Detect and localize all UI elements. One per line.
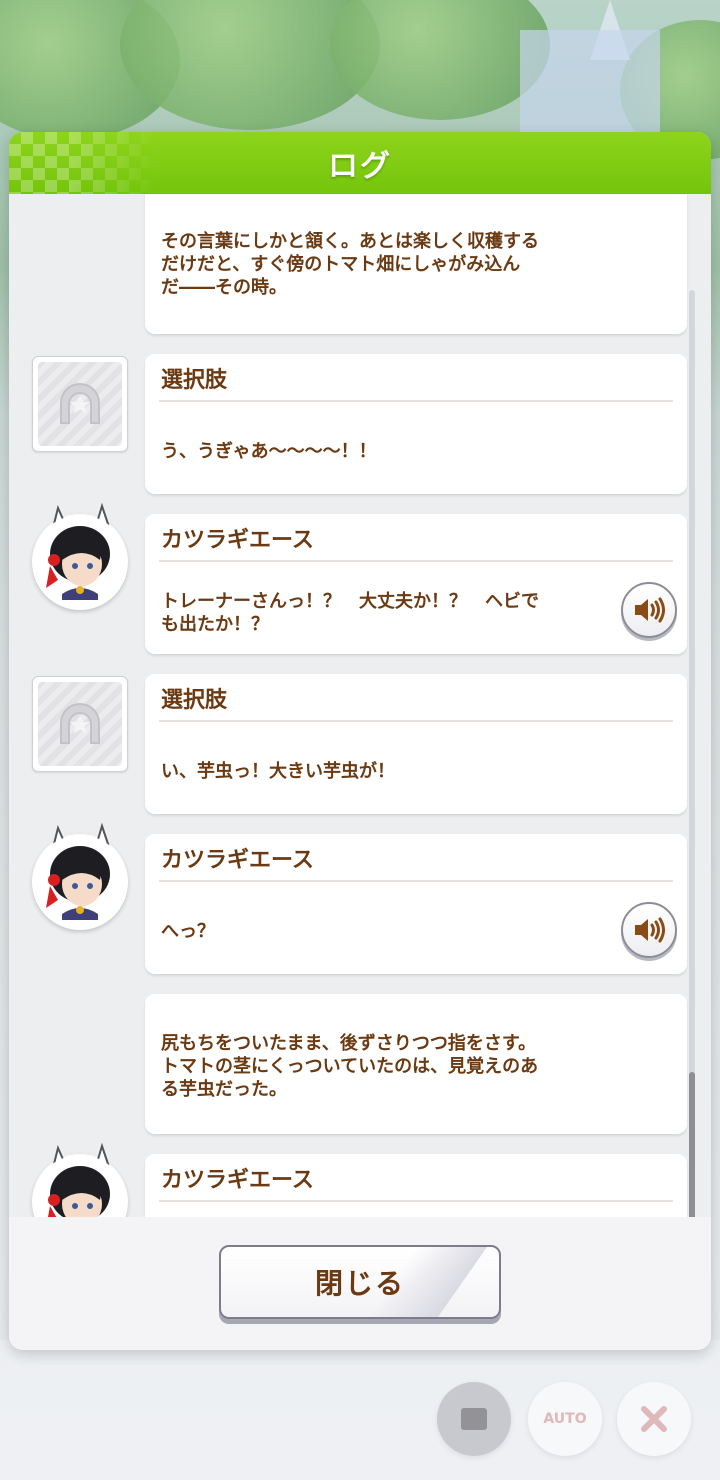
choice-text: い、芋虫っ！大きい芋虫が！ [161,761,395,782]
dialog-header: ログ [9,132,711,194]
log-scroll-area[interactable]: その言葉にしかと頷く。あとは楽しく収穫する だけだと、すぐ傍のトマト畑にしゃがみ… [9,194,711,1217]
log-hud-button[interactable] [437,1382,511,1456]
auto-button[interactable]: AUTO [528,1382,602,1456]
auto-label: AUTO [543,1411,587,1427]
skip-button[interactable] [617,1382,691,1456]
choice-text: う、うぎゃあ〜〜〜〜！！ [161,441,377,462]
speaker-name: カツラギエース [161,848,314,873]
choice-avatar [32,356,128,452]
speaker-name: カツラギエース [161,528,314,553]
dialogue-text: へっ？ [161,921,215,942]
narration-text: 尻もちをついたまま、後ずさりつつ指をさす。 トマトの茎にくっついていたのは、見覚… [161,1033,539,1100]
katsuragi-ace-avatar [32,822,128,930]
dialog-title: ログ [328,149,392,184]
choice-avatar [32,676,128,772]
horseshoe-star-icon [60,703,100,744]
horseshoe-star-icon [60,383,100,424]
katsuragi-ace-avatar [32,1142,128,1217]
speaker-volume-icon [635,917,665,943]
speaker-name: 選択肢 [161,368,228,393]
speaker-name: 選択肢 [161,688,228,713]
scrollbar-thumb[interactable] [689,1072,695,1217]
close-button[interactable]: 閉じる [219,1245,501,1319]
log-hud-icon [461,1408,487,1430]
log-dialog: ログ その言葉にしかと頷く。あとは楽しく収穫する だけだと、すぐ傍のトマト畑にし… [9,132,711,1350]
voice-replay-button[interactable] [621,902,677,958]
speaker-volume-icon [635,597,665,623]
close-x-icon [641,1406,667,1432]
katsuragi-ace-avatar [32,502,128,610]
close-button-label: 閉じる [314,1267,405,1300]
narration-text: その言葉にしかと頷く。あとは楽しく収穫する だけだと、すぐ傍のトマト畑にしゃがみ… [161,231,539,298]
voice-replay-button[interactable] [621,582,677,638]
speaker-name: カツラギエース [161,1168,314,1193]
dialog-footer: 閉じる [9,1217,711,1350]
dialogue-text: トレーナーさんっ！？ 大丈夫か！？ ヘビで も出たか！？ [161,591,539,635]
